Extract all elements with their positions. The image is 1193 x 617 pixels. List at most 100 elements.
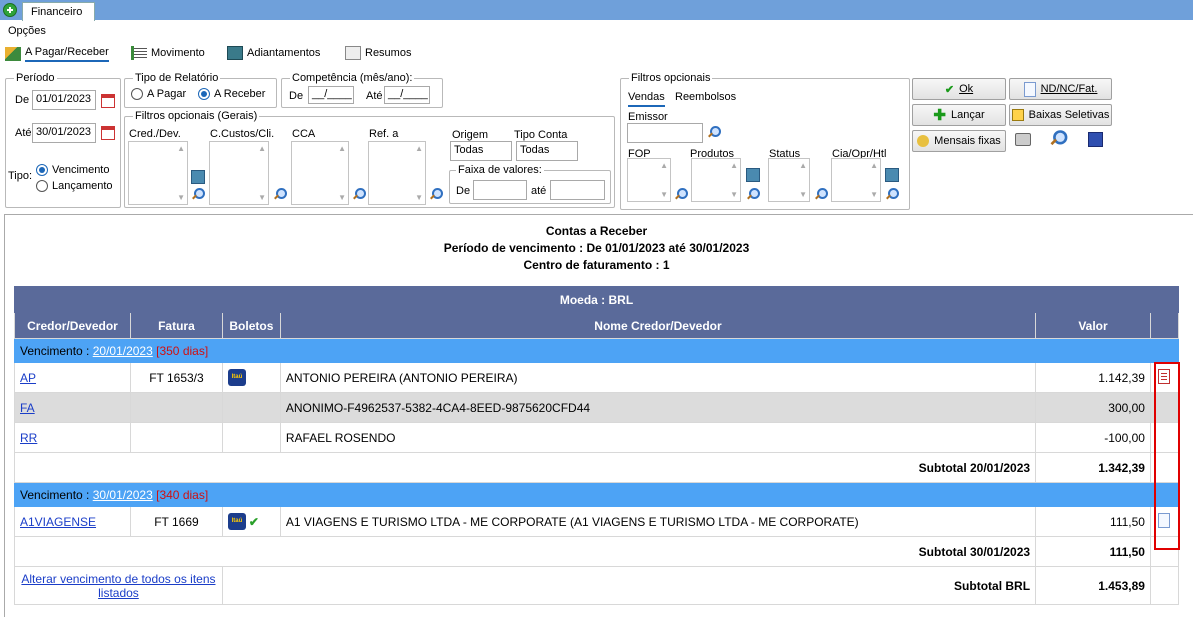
document-edit-icon bbox=[345, 46, 361, 60]
subtotal-value: 111,50 bbox=[1035, 536, 1151, 567]
radio-vencimento-label: Vencimento bbox=[52, 164, 110, 176]
group-header: Vencimento : 20/01/2023 [350 dias] bbox=[14, 338, 1179, 363]
search-icon[interactable] bbox=[674, 188, 688, 200]
ccustos-list[interactable] bbox=[209, 141, 269, 205]
search-icon[interactable] bbox=[746, 188, 760, 200]
produtos-list[interactable] bbox=[691, 158, 741, 202]
nome-cell: A1 VIAGENS E TURISMO LTDA - ME CORPORATE… bbox=[279, 506, 1037, 537]
search-icon[interactable] bbox=[352, 188, 366, 200]
coins-icon bbox=[917, 135, 930, 147]
tipo-conta-select[interactable]: Todas bbox=[516, 141, 578, 161]
radio-a-receber[interactable] bbox=[198, 88, 210, 100]
printer-icon[interactable] bbox=[1015, 133, 1031, 146]
itau-bank-icon[interactable]: Itaú bbox=[227, 513, 246, 530]
days-badge: [350 dias] bbox=[156, 343, 209, 358]
search-icon[interactable] bbox=[707, 126, 721, 138]
fop-list[interactable] bbox=[627, 158, 671, 202]
nav-resumos[interactable]: Resumos bbox=[345, 46, 411, 60]
menu-opcoes[interactable]: Opções bbox=[8, 25, 46, 37]
ref-list[interactable] bbox=[368, 141, 426, 205]
emissor-label: Emissor bbox=[628, 111, 668, 123]
filtros-opcionais-title: Filtros opcionais bbox=[629, 72, 713, 84]
days-badge: [340 dias] bbox=[156, 487, 209, 502]
picker-icon[interactable] bbox=[746, 168, 760, 182]
faixa-to-input[interactable] bbox=[550, 180, 605, 200]
total-label: Subtotal BRL bbox=[221, 566, 1037, 605]
mensais-label: Mensais fixas bbox=[934, 135, 1001, 147]
fatura-cell: FT 1653/3 bbox=[129, 362, 223, 393]
competencia-from-input[interactable]: __/____ bbox=[308, 86, 354, 104]
itau-bank-icon[interactable]: Itaú bbox=[227, 369, 246, 386]
de-label: De bbox=[15, 94, 30, 106]
col-boletos: Boletos bbox=[221, 312, 281, 339]
nav-a-pagar-receber[interactable]: A Pagar/Receber bbox=[5, 46, 109, 62]
alterar-vencimento-link[interactable]: Alterar vencimento de todos os itens lis… bbox=[21, 572, 215, 600]
cia-list[interactable] bbox=[831, 158, 881, 202]
nav-adiantamentos[interactable]: Adiantamentos bbox=[227, 46, 320, 60]
radio-a-pagar[interactable] bbox=[131, 88, 143, 100]
status-list[interactable] bbox=[768, 158, 810, 202]
search-icon[interactable] bbox=[273, 188, 287, 200]
search-icon[interactable] bbox=[429, 188, 443, 200]
vencimento-date-link[interactable]: 30/01/2023 bbox=[93, 488, 153, 502]
ref-label: Ref. a bbox=[369, 128, 399, 140]
col-valor: Valor bbox=[1035, 312, 1151, 339]
search-icon[interactable] bbox=[191, 188, 205, 200]
cca-list[interactable] bbox=[291, 141, 349, 205]
ok-label: Ok bbox=[959, 83, 974, 95]
nav-movimento[interactable]: Movimento bbox=[131, 46, 205, 60]
baixas-seletivas-button[interactable]: Baixas Seletivas bbox=[1009, 104, 1112, 126]
tab-financeiro[interactable]: Financeiro bbox=[22, 2, 95, 21]
lancar-button[interactable]: ✚ Lançar bbox=[912, 104, 1006, 126]
credor-link[interactable]: AP bbox=[20, 371, 36, 385]
tab-reembolsos[interactable]: Reembolsos bbox=[675, 91, 736, 103]
faixa-de-label: De bbox=[456, 185, 471, 197]
subtotal-label: Subtotal 20/01/2023 bbox=[13, 452, 1037, 483]
credor-link[interactable]: RR bbox=[20, 431, 37, 445]
vencimento-label: Vencimento : bbox=[20, 343, 93, 358]
boleto-cell bbox=[221, 392, 281, 423]
boxes-icon bbox=[227, 46, 243, 60]
date-from-input[interactable]: 01/01/2023 bbox=[32, 90, 96, 110]
plus-icon: ✚ bbox=[933, 107, 946, 124]
add-tab-icon[interactable] bbox=[3, 3, 17, 17]
nd-nc-fat-button[interactable]: ND/NC/Fat. bbox=[1009, 78, 1112, 100]
fatura-cell: FT 1669 bbox=[129, 506, 223, 537]
save-icon[interactable] bbox=[1088, 132, 1103, 147]
calendar-icon[interactable] bbox=[101, 126, 115, 140]
picker-icon[interactable] bbox=[885, 168, 899, 182]
preview-icon[interactable] bbox=[1049, 130, 1068, 146]
valor-cell: 1.142,39 bbox=[1035, 362, 1151, 393]
picker-icon[interactable] bbox=[191, 170, 205, 184]
ok-button[interactable]: ✔ Ok bbox=[912, 78, 1006, 100]
date-to-input[interactable]: 30/01/2023 bbox=[32, 123, 96, 143]
faixa-from-input[interactable] bbox=[473, 180, 527, 200]
credor-link[interactable]: FA bbox=[20, 401, 35, 415]
radio-a-receber-label: A Receber bbox=[214, 88, 266, 100]
emissor-input[interactable] bbox=[627, 123, 703, 143]
table-row: A1VIAGENSE FT 1669 Itaú ✔ A1 VIAGENS E TU… bbox=[14, 506, 1180, 537]
calendar-icon[interactable] bbox=[101, 94, 115, 108]
subtotal-row: Subtotal 30/01/2023 111,50 bbox=[13, 536, 1180, 567]
radio-lancamento[interactable] bbox=[36, 180, 48, 192]
subtotal-label: Subtotal 30/01/2023 bbox=[13, 536, 1037, 567]
nav-label: A Pagar/Receber bbox=[25, 46, 109, 62]
action-cell bbox=[1149, 566, 1180, 605]
radio-vencimento[interactable] bbox=[36, 164, 48, 176]
faixa-ate-label: até bbox=[531, 185, 547, 197]
search-icon[interactable] bbox=[814, 188, 828, 200]
mensais-fixas-button[interactable]: Mensais fixas bbox=[912, 130, 1006, 152]
tipo-conta-label: Tipo Conta bbox=[514, 129, 568, 141]
credor-link[interactable]: A1VIAGENSE bbox=[20, 515, 96, 529]
competencia-to-input[interactable]: __/____ bbox=[384, 86, 430, 104]
cred-dev-list[interactable] bbox=[128, 141, 188, 205]
tab-vendas[interactable]: Vendas bbox=[628, 91, 665, 107]
nav-label: Movimento bbox=[151, 47, 205, 59]
table-row: FA ANONIMO-F4962537-5382-4CA4-8EED-98756… bbox=[14, 392, 1180, 423]
vencimento-date-link[interactable]: 20/01/2023 bbox=[93, 344, 153, 358]
competencia-de-label: De bbox=[289, 90, 304, 102]
competencia-title: Competência (mês/ano): bbox=[290, 72, 415, 84]
origem-select[interactable]: Todas bbox=[450, 141, 512, 161]
fatura-cell bbox=[129, 422, 223, 453]
search-icon[interactable] bbox=[885, 188, 899, 200]
